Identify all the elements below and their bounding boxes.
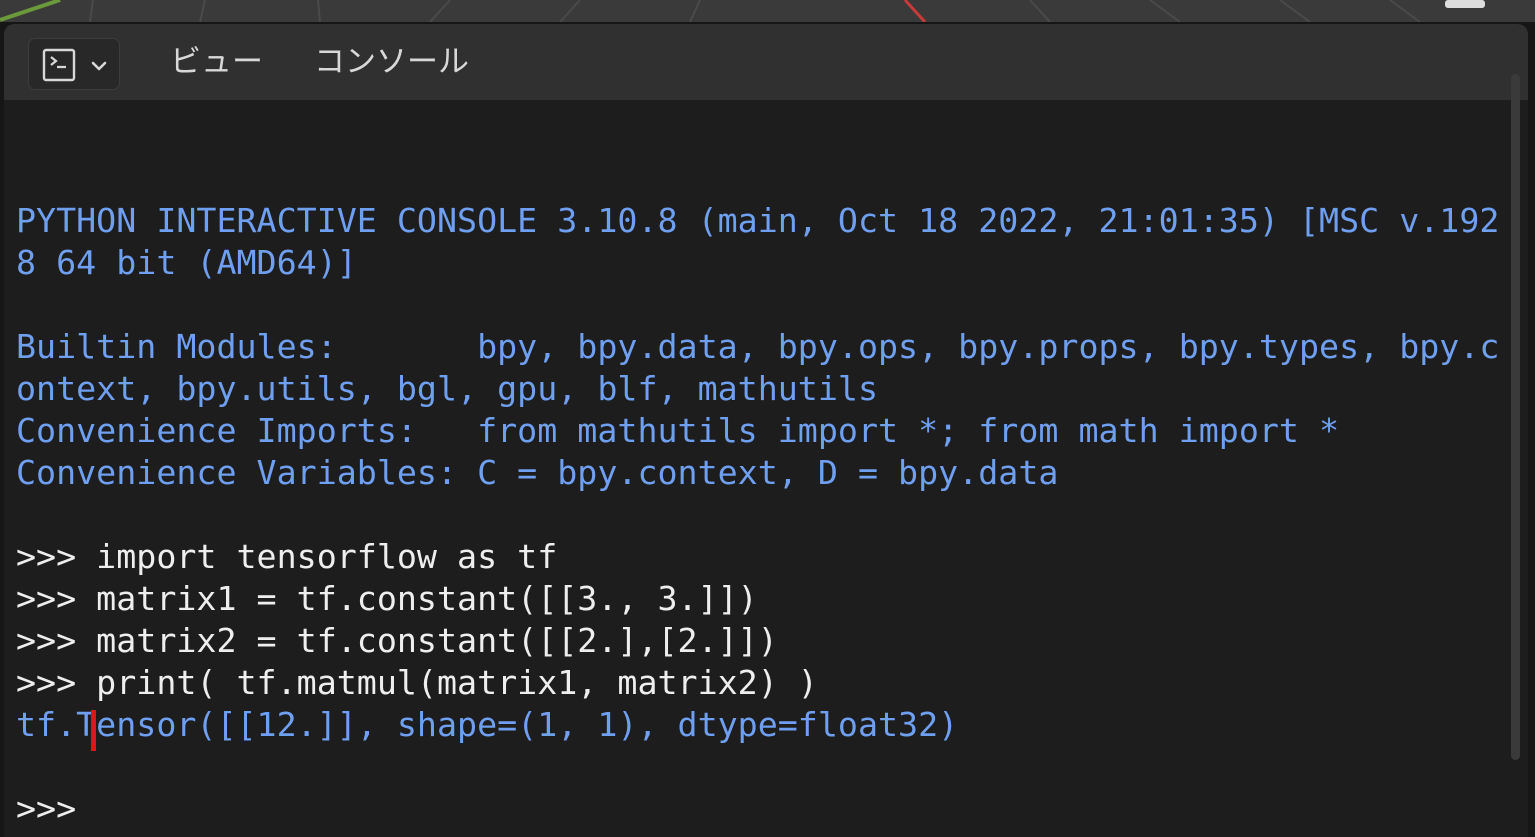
console-line: 8 64 bit (AMD64)] bbox=[16, 243, 357, 282]
console-icon bbox=[42, 48, 76, 82]
console-line: tf.Tensor([[12.]], shape=(1, 1), dtype=f… bbox=[16, 705, 959, 744]
editor-type-button[interactable] bbox=[28, 38, 120, 90]
viewport-strip bbox=[0, 0, 1535, 22]
console-line: Builtin Modules: bpy, bpy.data, bpy.ops,… bbox=[16, 327, 1500, 366]
console-line: PYTHON INTERACTIVE CONSOLE 3.10.8 (main,… bbox=[16, 201, 1500, 240]
vertical-scrollbar[interactable] bbox=[1511, 74, 1520, 760]
console-input-line: >>> import tensorflow as tf bbox=[16, 537, 558, 576]
console-input-line: >>> matrix1 = tf.constant([[3., 3.]]) bbox=[16, 579, 758, 618]
console-output[interactable]: PYTHON INTERACTIVE CONSOLE 3.10.8 (main,… bbox=[4, 100, 1528, 837]
python-console-editor[interactable]: ビュー コンソール PYTHON INTERACTIVE CONSOLE 3.1… bbox=[4, 24, 1528, 837]
console-prompt[interactable]: >>> bbox=[16, 788, 96, 830]
console-input-line: >>> matrix2 = tf.constant([[2.],[2.]]) bbox=[16, 621, 778, 660]
console-input-line: >>> print( tf.matmul(matrix1, matrix2) ) bbox=[16, 663, 818, 702]
chevron-down-icon bbox=[91, 61, 107, 71]
console-line: Convenience Variables: C = bpy.context, … bbox=[16, 453, 1059, 492]
text-cursor bbox=[91, 710, 96, 751]
menu-view[interactable]: ビュー bbox=[170, 42, 263, 82]
console-line: Convenience Imports: from mathutils impo… bbox=[16, 411, 1340, 450]
menu-console[interactable]: コンソール bbox=[314, 42, 469, 82]
console-line: ontext, bpy.utils, bgl, gpu, blf, mathut… bbox=[16, 369, 878, 408]
console-header: ビュー コンソール bbox=[4, 24, 1528, 100]
